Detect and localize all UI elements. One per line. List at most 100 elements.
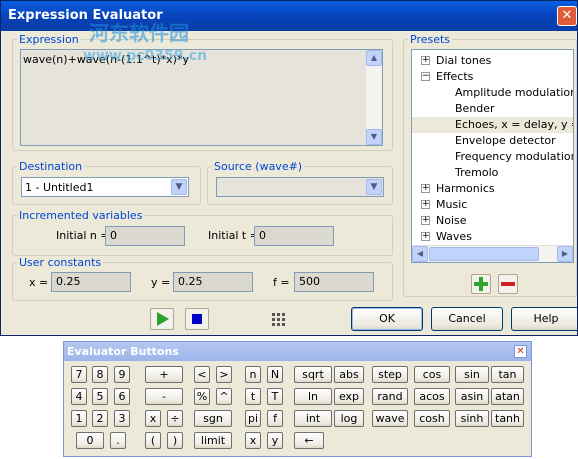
key-button[interactable]: n: [245, 366, 261, 383]
palette-title-bar[interactable]: Evaluator Buttons ✕: [64, 342, 531, 361]
tree-item[interactable]: + Noise: [412, 213, 573, 229]
key-button[interactable]: 5: [92, 388, 108, 405]
tree-item[interactable]: Frequency modulation: [412, 149, 573, 165]
key-button[interactable]: exp: [334, 388, 364, 405]
help-button[interactable]: Help: [511, 307, 577, 331]
key-button[interactable]: sinh: [455, 410, 489, 427]
key-button[interactable]: tan: [491, 366, 524, 383]
expand-icon[interactable]: +: [421, 56, 430, 65]
key-button[interactable]: limit: [194, 432, 232, 449]
chevron-down-icon[interactable]: ▼: [366, 179, 382, 195]
key-button[interactable]: f: [267, 410, 283, 427]
key-button[interactable]: ): [167, 432, 183, 449]
key-button[interactable]: N: [267, 366, 283, 383]
key-button[interactable]: sgn: [194, 410, 232, 427]
scroll-right-icon[interactable]: ▶: [557, 246, 573, 262]
expand-icon[interactable]: +: [421, 184, 430, 193]
key-button[interactable]: rand: [372, 388, 408, 405]
remove-preset-button[interactable]: [498, 274, 518, 294]
key-button[interactable]: 1: [71, 410, 87, 427]
ok-button[interactable]: OK: [351, 307, 423, 331]
tree-item[interactable]: + Waves: [412, 229, 573, 245]
presets-hscrollbar[interactable]: ◀ ▶: [412, 245, 573, 262]
initial-n-input[interactable]: 0: [105, 226, 185, 246]
tree-item[interactable]: + Music: [412, 197, 573, 213]
key-button[interactable]: T: [267, 388, 283, 405]
palette-close-button[interactable]: ✕: [514, 345, 527, 358]
key-button[interactable]: ÷: [167, 410, 183, 427]
key-button[interactable]: x: [145, 410, 161, 427]
key-button[interactable]: wave: [372, 410, 408, 427]
key-button[interactable]: 7: [71, 366, 87, 383]
destination-select[interactable]: 1 - Untitled1 ▼: [21, 177, 189, 197]
key-button[interactable]: %: [194, 388, 210, 405]
scroll-left-icon[interactable]: ◀: [412, 246, 428, 262]
key-button[interactable]: .: [110, 432, 126, 449]
close-button[interactable]: ✕: [557, 6, 577, 26]
key-button[interactable]: t: [245, 388, 261, 405]
key-button[interactable]: asin: [455, 388, 489, 405]
tree-item[interactable]: Echoes, x = delay, y = vo: [412, 117, 573, 133]
key-button[interactable]: 2: [92, 410, 108, 427]
collapse-icon[interactable]: −: [421, 72, 430, 81]
key-button[interactable]: atan: [491, 388, 524, 405]
key-button[interactable]: -: [145, 388, 183, 405]
add-preset-button[interactable]: [471, 274, 491, 294]
initial-t-input[interactable]: 0: [254, 226, 334, 246]
key-button[interactable]: cosh: [414, 410, 450, 427]
key-button[interactable]: int: [294, 410, 332, 427]
key-button[interactable]: (: [145, 432, 161, 449]
key-button[interactable]: sin: [455, 366, 489, 383]
y-input[interactable]: 0.25: [173, 272, 253, 292]
stop-button[interactable]: [185, 308, 209, 330]
key-button[interactable]: >: [216, 366, 232, 383]
title-bar[interactable]: Expression Evaluator ✕: [1, 1, 577, 31]
key-button[interactable]: 6: [114, 388, 130, 405]
cancel-button[interactable]: Cancel: [431, 307, 503, 331]
key-button[interactable]: ^: [216, 388, 232, 405]
destination-value: 1 - Untitled1: [25, 181, 94, 194]
key-button[interactable]: ln: [294, 388, 332, 405]
key-button[interactable]: +: [145, 366, 183, 383]
key-button[interactable]: pi: [245, 410, 261, 427]
key-button[interactable]: sqrt: [294, 366, 332, 383]
key-button[interactable]: <: [194, 366, 210, 383]
presets-tree[interactable]: + Dial tones − Effects Amplitude modulation B…: [411, 49, 574, 263]
expand-icon[interactable]: +: [421, 216, 430, 225]
key-button[interactable]: log: [334, 410, 364, 427]
destination-legend: Destination: [19, 160, 83, 173]
key-button[interactable]: 9: [114, 366, 130, 383]
key-button[interactable]: tanh: [491, 410, 524, 427]
tree-item[interactable]: + Harmonics: [412, 181, 573, 197]
scroll-thumb[interactable]: [429, 247, 539, 261]
key-button[interactable]: step: [372, 366, 408, 383]
expand-icon[interactable]: +: [421, 232, 430, 241]
key-button[interactable]: 4: [71, 388, 87, 405]
key-button[interactable]: 0: [76, 432, 104, 449]
tree-item[interactable]: − Effects: [412, 69, 573, 85]
play-button[interactable]: [150, 308, 174, 330]
tree-item[interactable]: + Dial tones: [412, 53, 573, 69]
tree-item[interactable]: Bender: [412, 101, 573, 117]
key-button[interactable]: y: [267, 432, 283, 449]
key-button[interactable]: 3: [114, 410, 130, 427]
scroll-up-icon[interactable]: ▲: [366, 50, 382, 66]
key-button[interactable]: abs: [334, 366, 364, 383]
source-select[interactable]: ▼: [216, 177, 384, 197]
key-button[interactable]: ←: [294, 432, 324, 449]
x-input[interactable]: 0.25: [51, 272, 131, 292]
expand-icon[interactable]: +: [421, 200, 430, 209]
key-button[interactable]: acos: [414, 388, 450, 405]
tree-item[interactable]: Amplitude modulation: [412, 85, 573, 101]
watermark-url: www.pc0359.cn: [83, 48, 208, 64]
scroll-down-icon[interactable]: ▼: [366, 129, 382, 145]
chevron-down-icon[interactable]: ▼: [171, 179, 187, 195]
tree-item[interactable]: Tremolo: [412, 165, 573, 181]
f-input[interactable]: 500: [294, 272, 374, 292]
key-button[interactable]: cos: [414, 366, 450, 383]
key-button[interactable]: 8: [92, 366, 108, 383]
tree-item[interactable]: Envelope detector: [412, 133, 573, 149]
key-button[interactable]: x: [245, 432, 261, 449]
toggle-buttons-palette[interactable]: [268, 309, 288, 329]
expression-scrollbar[interactable]: ▲ ▼: [365, 50, 382, 145]
